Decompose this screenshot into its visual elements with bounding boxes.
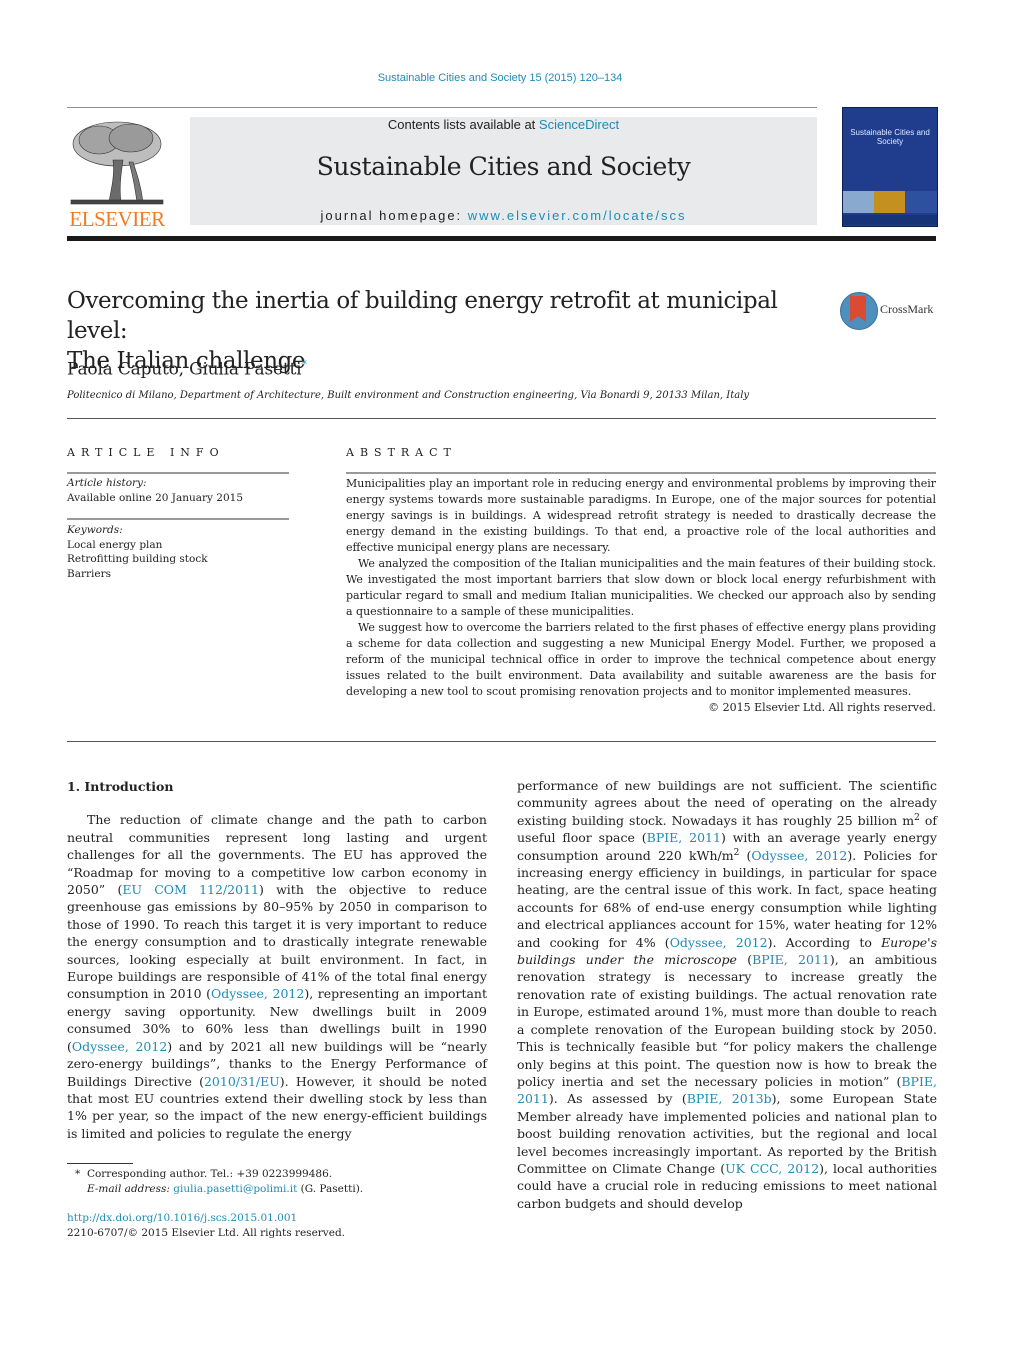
abstract-heading: ABSTRACT [346, 446, 457, 459]
citation-link[interactable]: Odyssee, 2012 [670, 935, 768, 950]
elsevier-logo[interactable]: ELSEVIER [67, 115, 167, 231]
authors: Paola Caputo, Giulia Pasetti* [67, 358, 307, 380]
footnote-rule [67, 1163, 133, 1164]
footnote-email: E-mail address: giulia.pasetti@polimi.it… [67, 1182, 487, 1197]
crossmark-label: CrossMark [880, 302, 934, 316]
body-text: ) with the objective to reduce greenhous… [67, 882, 487, 1002]
article-history-value: Available online 20 January 2015 [67, 491, 244, 504]
abstract-divider [67, 741, 936, 742]
body-text: performance of new buildings are not suf… [517, 778, 937, 828]
cover-footer [843, 215, 937, 225]
body-text: ). According to [767, 934, 882, 950]
abstract-paragraph: Municipalities play an important role in… [346, 477, 936, 554]
cover-image-strip [843, 191, 937, 213]
body-paragraph: performance of new buildings are not suf… [517, 777, 937, 1212]
section-title: 1. Introduction [67, 779, 174, 794]
citation-link[interactable]: UK CCC, 2012 [725, 1161, 819, 1176]
elsevier-wordmark: ELSEVIER [69, 207, 165, 231]
header-divider [67, 107, 817, 108]
contents-line: Contents lists available at ScienceDirec… [190, 117, 817, 132]
keywords-rule [67, 518, 289, 520]
homepage-label: journal homepage: [320, 208, 468, 223]
journal-cover-icon[interactable]: Sustainable Cities and Society [842, 107, 938, 227]
abstract-copyright: © 2015 Elsevier Ltd. All rights reserved… [708, 701, 936, 714]
citation-link[interactable]: BPIE, 2011 [647, 830, 721, 845]
body-text: ( [736, 952, 753, 968]
body-text: ), an ambitious renovation strategy is n… [517, 952, 938, 1089]
doi-link[interactable]: http://dx.doi.org/10.1016/j.scs.2015.01.… [67, 1212, 297, 1224]
corresponding-author-link[interactable]: * [301, 358, 307, 371]
body-text: ( [739, 847, 752, 863]
keyword: Retrofitting building stock [67, 553, 208, 565]
citation-link[interactable]: Odyssee, 2012 [751, 848, 847, 863]
footnote-corresponding: * Corresponding author. Tel.: +39 022399… [67, 1167, 487, 1182]
email-suffix: (G. Pasetti). [297, 1183, 364, 1195]
header-thick-rule [67, 236, 936, 241]
citation-link[interactable]: BPIE, 2013b [687, 1091, 772, 1106]
author-names: Paola Caputo, Giulia Pasetti [67, 359, 302, 380]
elsevier-tree-icon [70, 121, 164, 205]
citation-link[interactable]: EU COM 112/2011 [122, 882, 259, 897]
title-divider [67, 418, 936, 419]
keywords: Keywords: Local energy plan Retrofitting… [67, 523, 289, 581]
keyword: Local energy plan [67, 538, 163, 551]
body-column-right: performance of new buildings are not suf… [517, 777, 937, 1212]
citation-link[interactable]: Odyssee, 2012 [211, 986, 304, 1001]
body-paragraph: The reduction of climate change and the … [67, 811, 487, 1142]
footnote-text: Corresponding author. Tel.: +39 02239994… [86, 1168, 333, 1180]
abstract-body: Municipalities play an important role in… [346, 476, 936, 716]
keywords-label: Keywords: [67, 524, 123, 536]
contents-prefix: Contents lists available at [387, 117, 539, 132]
doi-block: http://dx.doi.org/10.1016/j.scs.2015.01.… [67, 1211, 345, 1241]
abstract-paragraph: We suggest how to overcome the barriers … [346, 621, 936, 698]
keyword: Barriers [67, 567, 111, 580]
citation-link[interactable]: 2010/31/EU [204, 1074, 280, 1089]
journal-homepage: journal homepage: www.elsevier.com/locat… [190, 208, 817, 223]
article-title-line1: Overcoming the inertia of building energ… [67, 288, 778, 344]
footnote-marker: * [75, 1168, 81, 1180]
journal-title: Sustainable Cities and Society [316, 152, 691, 181]
body-column-left: 1. Introduction The reduction of climate… [67, 778, 487, 1142]
article-history: Article history: Available online 20 Jan… [67, 476, 289, 505]
article-info-heading: ARTICLE INFO [67, 446, 225, 459]
email-label: E-mail address: [87, 1183, 174, 1195]
footnote: * Corresponding author. Tel.: +39 022399… [67, 1167, 487, 1197]
article-info-rule [67, 472, 289, 474]
body-text: ). As assessed by ( [548, 1091, 687, 1107]
email-link[interactable]: giulia.pasetti@polimi.it [173, 1183, 297, 1195]
affiliation: Politecnico di Milano, Department of Arc… [67, 390, 750, 401]
sciencedirect-link[interactable]: ScienceDirect [539, 117, 619, 132]
citation-link[interactable]: BPIE, 2011 [752, 952, 830, 967]
abstract-paragraph: We analyzed the composition of the Itali… [346, 557, 936, 618]
cover-title: Sustainable Cities and Society [850, 128, 930, 146]
citation-link[interactable]: Odyssee, 2012 [72, 1039, 167, 1054]
homepage-link[interactable]: www.elsevier.com/locate/scs [468, 208, 687, 223]
crossmark-button[interactable]: CrossMark [840, 290, 940, 330]
journal-reference-link[interactable]: Sustainable Cities and Society 15 (2015)… [0, 72, 1000, 84]
article-history-label: Article history: [67, 477, 147, 489]
abstract-rule [346, 472, 936, 474]
issn-copyright: 2210-6707/© 2015 Elsevier Ltd. All right… [67, 1227, 346, 1239]
